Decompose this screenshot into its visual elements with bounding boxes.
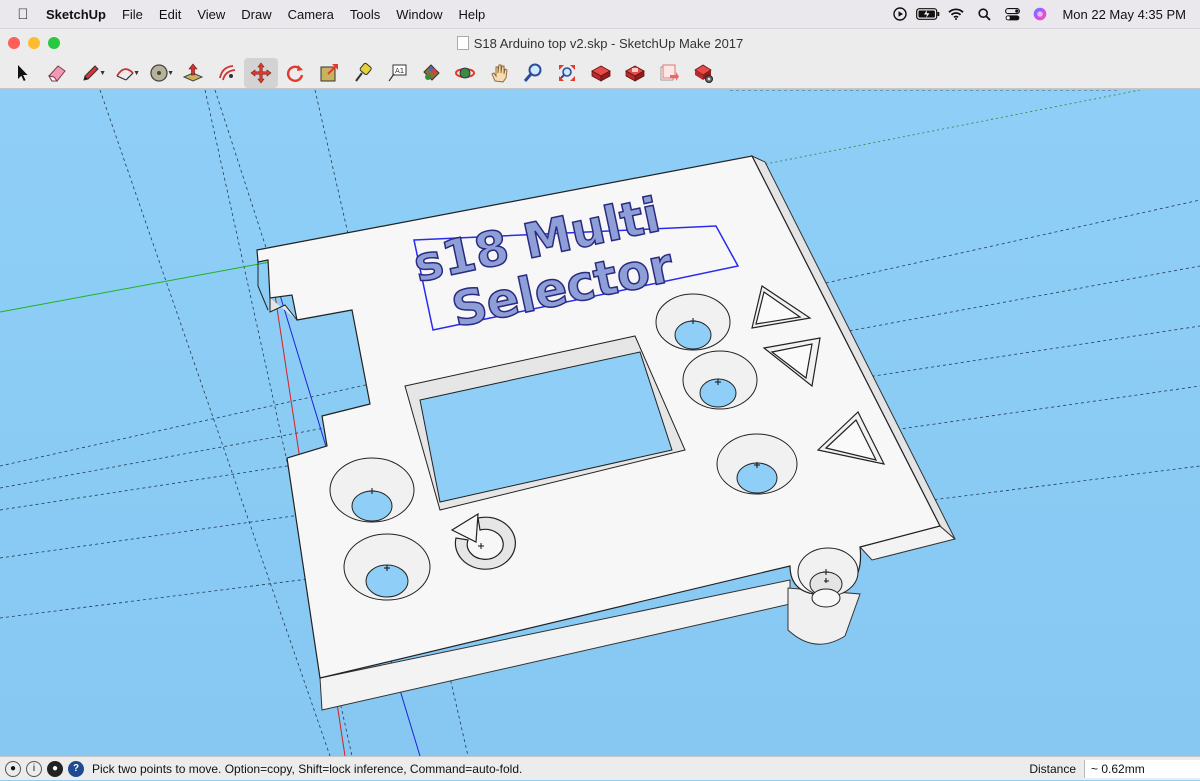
orbit-tool-button[interactable] [448,58,482,88]
tape-measure-tool-button[interactable] [346,58,380,88]
measurements-label: Distance [1029,761,1076,776]
paint-bucket-icon [423,63,440,81]
extension-warehouse-button[interactable] [618,58,652,88]
window-title-bar: S18 Arduino top v2.skp - SketchUp Make 2… [0,29,1200,57]
apple-menu-icon[interactable]:  [8,6,38,23]
zoom-extents-icon [559,64,575,81]
user-account-icon[interactable]: ● [47,760,63,777]
menu-help[interactable]: Help [450,7,493,22]
help-icon[interactable]: ? [68,760,84,777]
orbit-icon [455,67,475,78]
tape-measure-icon [355,62,372,82]
siri-icon[interactable] [1026,7,1054,21]
maximize-window-button[interactable] [48,37,60,49]
text-label-icon: A1 [388,64,407,81]
chevron-down-icon[interactable]: ▼ [133,70,140,77]
arc-tool-button[interactable]: ▼ [108,58,142,88]
spotlight-search-icon[interactable] [970,7,998,21]
model-viewport[interactable]: s18 Multi Selector [0,90,1200,756]
select-arrow-icon [18,64,28,81]
hole-top-right-2 [682,350,758,410]
zoom-tool-button[interactable] [516,58,550,88]
pan-tool-button[interactable] [482,58,516,88]
credits-icon[interactable]: i [26,760,42,777]
layout-icon [660,64,679,81]
offset-tool-button[interactable] [210,58,244,88]
menu-bar-clock[interactable]: Mon 22 May 4:35 PM [1062,7,1186,22]
select-tool-button[interactable] [6,58,40,88]
scale-icon [320,63,338,81]
text-tool-button[interactable]: A1 [380,58,414,88]
3d-warehouse-button[interactable] [584,58,618,88]
measurements-value-input[interactable]: ~ 0.62mm [1084,759,1200,778]
hand-icon [491,64,508,82]
eraser-icon [47,64,66,81]
move-arrows-icon [250,62,272,83]
battery-icon[interactable] [914,8,942,20]
menu-window[interactable]: Window [388,7,450,22]
status-bar: ● i ● ? Pick two points to move. Option=… [0,756,1200,780]
plate-corner-edge [257,262,269,311]
menu-tools[interactable]: Tools [342,7,388,22]
close-window-button[interactable] [8,37,20,49]
extension-manager-icon [694,64,713,83]
play-circle-icon[interactable] [886,7,914,21]
line-tool-button[interactable]: ▼ [74,58,108,88]
minimize-window-button[interactable] [28,37,40,49]
window-title: S18 Arduino top v2.skp - SketchUp Make 2… [0,35,1200,51]
svg-text:A1: A1 [395,67,404,75]
menu-camera[interactable]: Camera [280,7,342,22]
paint-bucket-tool-button[interactable] [414,58,448,88]
send-to-layout-button[interactable] [652,58,686,88]
macos-menu-bar:  SketchUp File Edit View Draw Camera To… [0,0,1200,29]
rotate-icon [286,64,304,82]
chevron-down-icon[interactable]: ▼ [99,70,106,77]
chevron-down-icon[interactable]: ▼ [167,70,174,77]
menu-view[interactable]: View [189,7,233,22]
measurements-box: Distance ~ 0.62mm [1029,757,1200,781]
menu-app-sketchup[interactable]: SketchUp [38,7,114,22]
document-icon [456,35,469,50]
menu-bar-status-area: Mon 22 May 4:35 PM [886,7,1200,22]
magnifier-icon [523,63,542,82]
menu-file[interactable]: File [114,7,151,22]
status-hint-text: Pick two points to move. Option=copy, Sh… [92,761,523,776]
main-toolbar: ▼ ▼ ▼ A1 [0,57,1200,89]
move-tool-button[interactable] [244,57,278,88]
geo-location-icon[interactable]: ● [5,760,21,777]
menu-edit[interactable]: Edit [151,7,189,22]
extension-warehouse-icon [625,65,645,82]
offset-icon [219,64,236,80]
zoom-extents-tool-button[interactable] [550,58,584,88]
extension-manager-button[interactable] [686,58,720,88]
push-pull-icon [182,63,204,82]
3d-warehouse-icon [591,65,611,82]
model-scene: s18 Multi Selector [0,90,1200,756]
window-controls [8,37,60,49]
wifi-icon[interactable] [942,8,970,20]
scale-tool-button[interactable] [312,58,346,88]
shapes-tool-button[interactable]: ▼ [142,58,176,88]
rotate-tool-button[interactable] [278,58,312,88]
menu-draw[interactable]: Draw [233,7,279,22]
control-center-icon[interactable] [998,7,1026,21]
window-title-text: S18 Arduino top v2.skp - SketchUp Make 2… [473,35,744,51]
eraser-tool-button[interactable] [40,58,74,88]
push-pull-tool-button[interactable] [176,58,210,88]
green-axis [0,261,271,313]
